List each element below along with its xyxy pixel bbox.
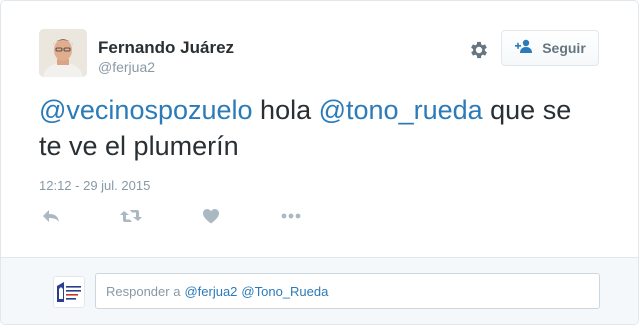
logo-icon <box>54 277 84 307</box>
reply-input[interactable]: Responder a @ferjua2 @Tono_Rueda <box>95 273 600 309</box>
reply-mention: @ferjua2 <box>184 283 238 299</box>
reply-icon[interactable] <box>39 205 63 227</box>
like-icon[interactable] <box>199 205 223 227</box>
retweet-icon[interactable] <box>119 205 143 227</box>
gear-icon[interactable] <box>468 39 490 61</box>
tweet-text-part: hola <box>252 95 319 125</box>
reply-prefix: Responder a <box>106 283 181 299</box>
tweet-text: @vecinospozuelo hola @tono_rueda que se … <box>39 92 599 164</box>
user-avatar[interactable] <box>39 29 87 77</box>
tweet-card: Fernando Juárez @ferjua2 Seguir @vecinos… <box>0 0 639 325</box>
current-user-avatar[interactable] <box>53 276 85 308</box>
mention-link[interactable]: @tono_rueda <box>319 95 483 125</box>
reply-area: Responder a @ferjua2 @Tono_Rueda <box>1 258 638 324</box>
reply-mention: @Tono_Rueda <box>241 283 329 299</box>
avatar-photo <box>39 29 87 77</box>
mention-link[interactable]: @vecinospozuelo <box>39 95 253 125</box>
user-handle[interactable]: @ferjua2 <box>98 59 155 75</box>
follow-button[interactable]: Seguir <box>501 30 599 66</box>
add-user-icon <box>514 39 534 58</box>
follow-label: Seguir <box>542 40 586 56</box>
more-icon[interactable] <box>279 205 303 227</box>
user-name[interactable]: Fernando Juárez <box>98 38 234 58</box>
tweet-timestamp[interactable]: 12:12 - 29 jul. 2015 <box>39 178 150 193</box>
